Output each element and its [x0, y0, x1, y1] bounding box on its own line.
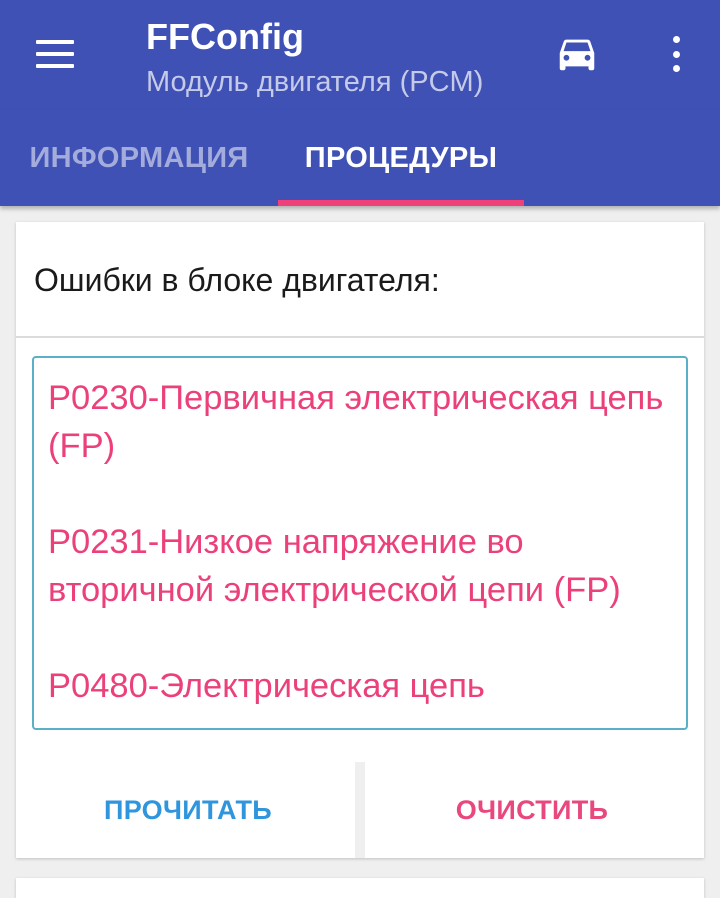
more-vert-icon[interactable]	[660, 32, 692, 76]
app-subtitle: Модуль двигателя (PCM)	[146, 66, 484, 98]
tab-information[interactable]: ИНФОРМАЦИЯ	[0, 110, 278, 206]
card-actions: ПРОЧИТАТЬ ОЧИСТИТЬ	[16, 762, 704, 858]
engine-errors-card: Ошибки в блоке двигателя: P0230-Первична…	[16, 222, 704, 858]
tab-bar: ИНФОРМАЦИЯ ПРОЦЕДУРЫ	[0, 110, 720, 206]
error-item: P0231-Низкое напряжение во вторичной эле…	[48, 523, 621, 609]
app-title: FFConfig	[146, 16, 304, 57]
card-header: Ошибки в блоке двигателя:	[16, 222, 704, 338]
next-card	[16, 878, 704, 898]
error-item: P0230-Первичная электрическая цепь (FP)	[48, 379, 673, 465]
error-item: P0480-Электрическая цепь	[48, 667, 485, 705]
tab-selected-indicator	[278, 200, 524, 206]
tab-procedures[interactable]: ПРОЦЕДУРЫ	[278, 110, 524, 206]
app-bar: FFConfig Модуль двигателя (PCM)	[0, 0, 720, 110]
errors-list: P0230-Первичная электрическая цепь (FP) …	[48, 374, 686, 728]
clear-button[interactable]: ОЧИСТИТЬ	[360, 762, 704, 858]
errors-text-area[interactable]: P0230-Первичная электрическая цепь (FP) …	[32, 356, 688, 730]
hamburger-menu-icon[interactable]	[26, 34, 86, 74]
read-button[interactable]: ПРОЧИТАТЬ	[16, 762, 360, 858]
car-icon[interactable]	[554, 30, 600, 76]
card-title: Ошибки в блоке двигателя:	[34, 262, 440, 298]
